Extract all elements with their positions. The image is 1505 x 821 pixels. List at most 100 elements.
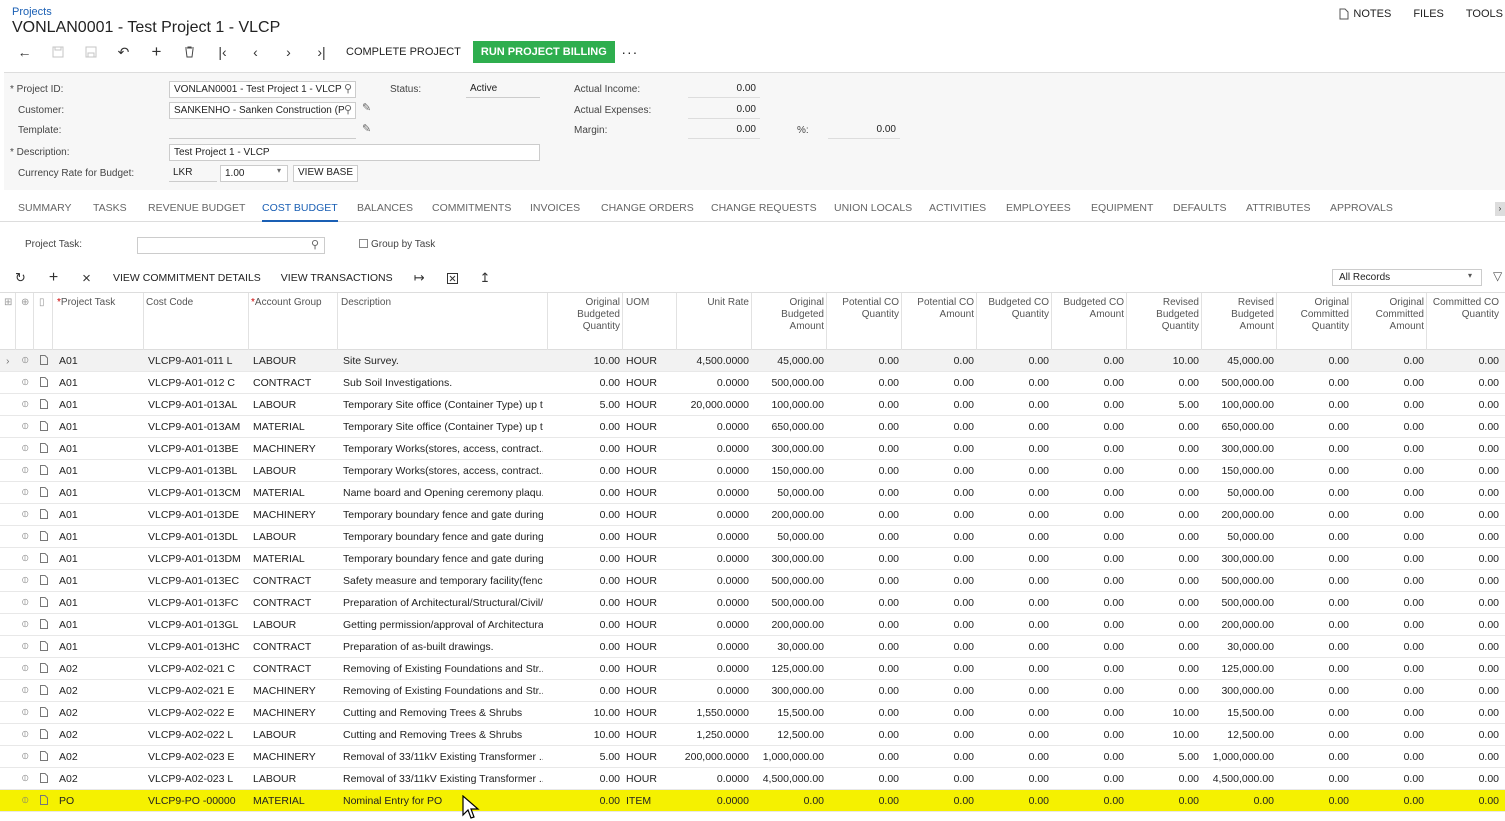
save-icon[interactable] [41,41,74,63]
cell-oba[interactable]: 100,000.00 [754,399,824,411]
cell-pca[interactable]: 0.00 [904,619,974,631]
cell-oca[interactable]: 0.00 [1354,487,1424,499]
cell-bcq[interactable]: 0.00 [979,443,1049,455]
cell-rbq[interactable]: 0.00 [1129,531,1199,543]
view-transactions-button[interactable]: VIEW TRANSACTIONS [271,272,403,284]
cell-rate[interactable]: 0.0000 [679,443,749,455]
cell-bca[interactable]: 0.00 [1054,751,1124,763]
cell-rba[interactable]: 300,000.00 [1204,553,1274,565]
cell-oba[interactable]: 500,000.00 [754,597,824,609]
cell-bcq[interactable]: 0.00 [979,751,1049,763]
tab-employees[interactable]: EMPLOYEES [1006,202,1071,214]
note-icon[interactable] [40,685,48,698]
table-row[interactable]: ⦶ A01 VLCP9-A01-013GL LABOUR Getting permiss… [0,614,1505,636]
cell-rate[interactable]: 0.0000 [679,597,749,609]
customer-edit-icon[interactable]: ✎ [362,101,371,114]
cell-rba[interactable]: 12,500.00 [1204,729,1274,741]
cell-pca[interactable]: 0.00 [904,663,974,675]
note-header-icon[interactable]: ▯ [39,297,45,309]
cell-bca[interactable]: 0.00 [1054,553,1124,565]
cell-rbq[interactable]: 0.00 [1129,377,1199,389]
cell-bcq[interactable]: 0.00 [979,795,1049,807]
cell-desc[interactable]: Removal of 33/11kV Existing Transformer … [343,773,543,785]
cell-desc[interactable]: Temporary boundary fence and gate during… [343,531,543,543]
cell-pca[interactable]: 0.00 [904,443,974,455]
cell-group[interactable]: MATERIAL [253,421,339,433]
table-row[interactable]: ⦶ A01 VLCP9-A01-013DL LABOUR Temporary bound… [0,526,1505,548]
column-header-task[interactable]: *Project Task [57,297,143,309]
cell-pcq[interactable]: 0.00 [829,421,899,433]
template-edit-icon[interactable]: ✎ [362,122,371,135]
cell-code[interactable]: VLCP9-A01-013HC [148,641,250,653]
cell-obq[interactable]: 0.00 [550,553,620,565]
cell-rate[interactable]: 0.0000 [679,685,749,697]
column-separator[interactable] [15,293,16,351]
cell-task[interactable]: A02 [59,685,145,697]
cell-bca[interactable]: 0.00 [1054,707,1124,719]
tab-revenue-budget[interactable]: REVENUE BUDGET [148,202,245,214]
table-row[interactable]: ⦶ A01 VLCP9-A01-012 C CONTRACT Sub Soil Inve… [0,372,1505,394]
table-row[interactable]: ⦶ A02 VLCP9-A02-022 L LABOUR Cutting and Rem… [0,724,1505,746]
note-icon[interactable] [40,487,48,500]
tab-invoices[interactable]: INVOICES [530,202,580,214]
cell-obq[interactable]: 0.00 [550,663,620,675]
table-row[interactable]: ⦶ PO VLCP9-PO -00000 MATERIAL Nominal Entry … [0,790,1505,812]
cell-uom[interactable]: HOUR [626,531,676,543]
cell-oca[interactable]: 0.00 [1354,597,1424,609]
cell-bcq[interactable]: 0.00 [979,729,1049,741]
cell-code[interactable]: VLCP9-A02-021 E [148,685,250,697]
cell-uom[interactable]: HOUR [626,377,676,389]
attachment-icon[interactable]: ⦶ [22,773,29,784]
note-icon[interactable] [40,377,48,390]
cell-rba[interactable]: 300,000.00 [1204,443,1274,455]
cell-uom[interactable]: HOUR [626,685,676,697]
cell-pcq[interactable]: 0.00 [829,377,899,389]
attachment-icon[interactable]: ⦶ [22,751,29,762]
cell-code[interactable]: VLCP9-A02-023 E [148,751,250,763]
cell-code[interactable]: VLCP9-A01-013DL [148,531,250,543]
cell-group[interactable]: MACHINERY [253,685,339,697]
cell-ccq[interactable]: 0.00 [1429,729,1499,741]
cell-ccq[interactable]: 0.00 [1429,685,1499,697]
cell-desc[interactable]: Sub Soil Investigations. [343,377,543,389]
cell-group[interactable]: CONTRACT [253,377,339,389]
note-icon[interactable] [40,619,48,632]
cell-rba[interactable]: 150,000.00 [1204,465,1274,477]
cell-pcq[interactable]: 0.00 [829,751,899,763]
cell-pca[interactable]: 0.00 [904,597,974,609]
cell-task[interactable]: A01 [59,355,145,367]
column-header-obq[interactable]: Original Budgeted Quantity [550,297,620,333]
cell-obq[interactable]: 0.00 [550,575,620,587]
cell-bcq[interactable]: 0.00 [979,377,1049,389]
column-separator[interactable] [826,293,827,351]
table-row[interactable]: ⦶ A02 VLCP9-A02-021 C CONTRACT Removing of E… [0,658,1505,680]
cell-bcq[interactable]: 0.00 [979,663,1049,675]
attachment-icon[interactable]: ⦶ [22,795,29,806]
description-field[interactable]: Test Project 1 - VLCP [169,144,540,161]
cell-desc[interactable]: Nominal Entry for PO [343,795,543,807]
note-icon[interactable] [40,443,48,456]
cell-rba[interactable]: 50,000.00 [1204,531,1274,543]
cell-task[interactable]: A02 [59,707,145,719]
attachment-icon[interactable]: ⦶ [22,663,29,674]
attachment-icon[interactable]: ⦶ [22,487,29,498]
cell-oba[interactable]: 500,000.00 [754,377,824,389]
cell-task[interactable]: A01 [59,509,145,521]
cell-pcq[interactable]: 0.00 [829,641,899,653]
tab-change-requests[interactable]: CHANGE REQUESTS [711,202,817,214]
table-row[interactable]: ⦶ A01 VLCP9-A01-013EC CONTRACT Safety measur… [0,570,1505,592]
cell-ocq[interactable]: 0.00 [1279,597,1349,609]
cell-obq[interactable]: 0.00 [550,465,620,477]
tab-defaults[interactable]: DEFAULTS [1173,202,1226,214]
previous-record-icon[interactable]: ‹ [239,41,272,63]
cell-bcq[interactable]: 0.00 [979,487,1049,499]
cell-code[interactable]: VLCP9-PO -00000 [148,795,250,807]
column-separator[interactable] [1051,293,1052,351]
row-expand-icon[interactable]: › [6,355,10,367]
filter-icon[interactable]: ▽ [1493,269,1502,283]
project-task-filter[interactable] [137,237,325,254]
notes-button[interactable]: NOTES [1339,8,1391,20]
back-icon[interactable]: ← [8,41,41,63]
cell-obq[interactable]: 0.00 [550,641,620,653]
cell-ccq[interactable]: 0.00 [1429,465,1499,477]
